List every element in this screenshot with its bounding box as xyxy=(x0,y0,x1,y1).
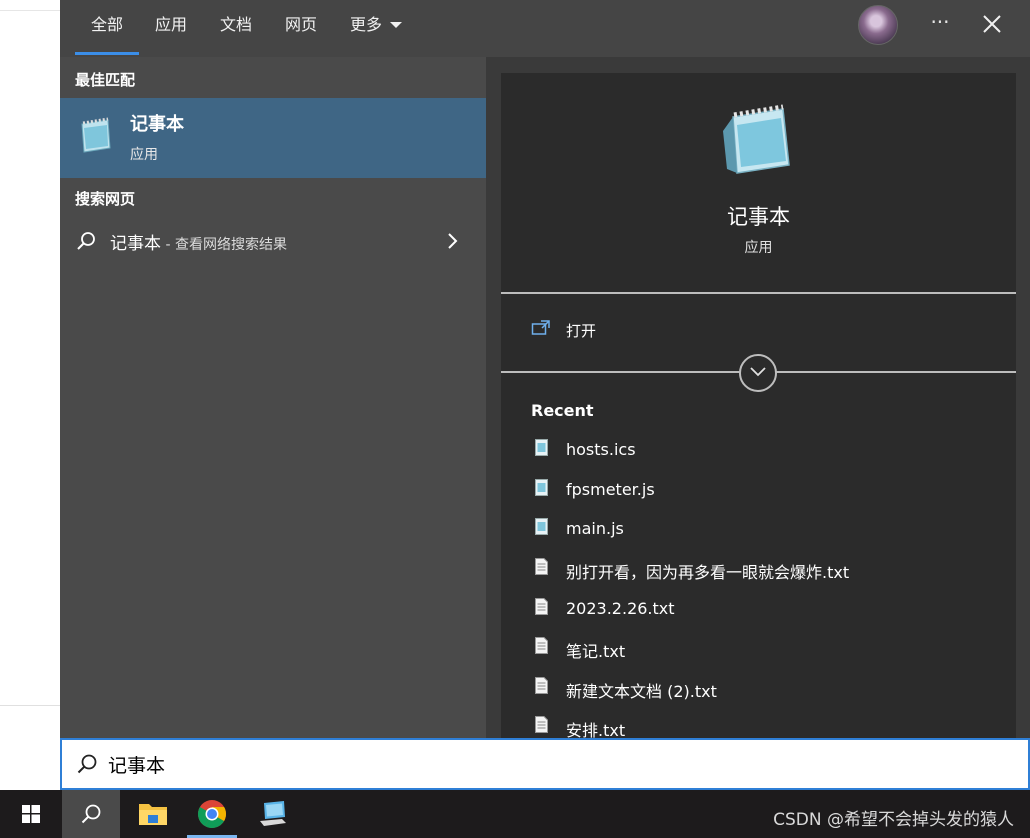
notepad-file-icon xyxy=(535,479,548,496)
windows-logo-icon xyxy=(22,805,40,823)
taskbar: CSDN @希望不会掉头发的猿人 xyxy=(0,790,1030,838)
tab-more-label: 更多 xyxy=(350,15,383,34)
divider xyxy=(501,292,1016,294)
text-file-icon xyxy=(535,677,548,694)
tab-all[interactable]: 全部 xyxy=(74,0,140,57)
tab-more[interactable]: 更多 xyxy=(350,0,403,57)
taskbar-this-pc[interactable] xyxy=(244,790,302,838)
background-window xyxy=(0,0,60,790)
tab-apps[interactable]: 应用 xyxy=(155,0,187,57)
close-icon xyxy=(983,15,1001,33)
chrome-icon xyxy=(198,800,226,828)
recent-file-item[interactable]: main.js xyxy=(531,513,1001,549)
notepad-file-icon xyxy=(535,518,548,535)
computer-icon xyxy=(260,801,286,826)
chevron-right-icon xyxy=(448,233,458,249)
web-search-heading: 搜索网页 xyxy=(75,190,136,208)
tab-documents[interactable]: 文档 xyxy=(220,0,252,57)
notepad-app-icon xyxy=(81,117,111,153)
chevron-down-icon xyxy=(750,367,766,377)
best-match-type: 应用 xyxy=(130,147,158,163)
recent-heading: Recent xyxy=(531,401,594,420)
taskbar-file-explorer[interactable] xyxy=(124,790,182,838)
recent-file-name: 别打开看，因为再多看一眼就会爆炸.txt xyxy=(566,563,850,582)
close-button[interactable] xyxy=(978,10,1006,38)
recent-file-item[interactable]: 新建文本文档 (2).txt xyxy=(531,672,1001,708)
recent-file-name: hosts.ics xyxy=(566,440,636,459)
text-file-icon xyxy=(535,637,548,654)
best-match-result[interactable]: 记事本 应用 xyxy=(60,98,486,178)
open-icon xyxy=(531,320,550,335)
search-icon xyxy=(77,754,97,774)
best-match-heading: 最佳匹配 xyxy=(75,71,136,89)
open-label: 打开 xyxy=(566,322,597,340)
results-list: 最佳匹配 记事本 应用 搜索网页 记事本 - 查看网络搜索结果 xyxy=(60,57,486,738)
watermark-text: CSDN @希望不会掉头发的猿人 xyxy=(773,810,1014,830)
tab-web[interactable]: 网页 xyxy=(285,0,317,57)
recent-file-item[interactable]: fpsmeter.js xyxy=(531,474,1001,510)
start-button[interactable] xyxy=(2,790,60,838)
recent-file-item[interactable]: 2023.2.26.txt xyxy=(531,593,1001,629)
search-icon xyxy=(81,804,101,824)
recent-file-name: fpsmeter.js xyxy=(566,480,655,499)
recent-file-item[interactable]: 笔记.txt xyxy=(531,632,1001,668)
notepad-app-icon xyxy=(723,104,790,174)
open-action[interactable]: 打开 xyxy=(501,311,1016,347)
more-options-button[interactable]: ··· xyxy=(926,8,954,38)
text-file-icon xyxy=(535,716,548,733)
notepad-file-icon xyxy=(535,439,548,456)
avatar[interactable] xyxy=(858,5,898,45)
recent-file-name: 笔记.txt xyxy=(566,642,626,661)
background-divider xyxy=(0,705,60,706)
detail-pane: 记事本 应用 打开 Recent hosts.ics fpsmeter.js m… xyxy=(486,57,1030,740)
recent-file-name: main.js xyxy=(566,519,624,538)
recent-file-name: 新建文本文档 (2).txt xyxy=(566,682,717,701)
expand-button[interactable] xyxy=(739,354,777,392)
taskbar-chrome[interactable] xyxy=(183,790,241,838)
best-match-name: 记事本 xyxy=(130,114,184,135)
detail-app-type: 应用 xyxy=(744,240,773,256)
web-result-text: 记事本 - 查看网络搜索结果 xyxy=(110,229,287,254)
search-input[interactable] xyxy=(108,749,988,779)
detail-app-name: 记事本 xyxy=(727,205,790,229)
detail-card: 记事本 应用 打开 Recent hosts.ics fpsmeter.js m… xyxy=(501,73,1016,740)
recent-file-name: 2023.2.26.txt xyxy=(566,599,675,618)
search-bar[interactable] xyxy=(60,738,1030,790)
search-panel: 全部 应用 文档 网页 更多 ··· 最佳匹配 记事本 应用 搜索网页 记事本 … xyxy=(60,0,1030,740)
folder-icon xyxy=(139,804,167,825)
search-topbar: 全部 应用 文档 网页 更多 ··· xyxy=(60,0,1030,57)
text-file-icon xyxy=(535,558,548,575)
recent-file-item[interactable]: hosts.ics xyxy=(531,434,1001,470)
recent-file-item[interactable]: 别打开看，因为再多看一眼就会爆炸.txt xyxy=(531,553,1001,589)
background-divider xyxy=(0,10,60,11)
web-result-suffix: - 查看网络搜索结果 xyxy=(161,237,287,253)
search-icon xyxy=(77,232,95,250)
taskbar-search-button[interactable] xyxy=(62,790,120,838)
web-result-query: 记事本 xyxy=(110,234,161,254)
chevron-down-icon xyxy=(390,22,403,28)
web-search-result[interactable]: 记事本 - 查看网络搜索结果 xyxy=(60,223,486,259)
text-file-icon xyxy=(535,598,548,615)
